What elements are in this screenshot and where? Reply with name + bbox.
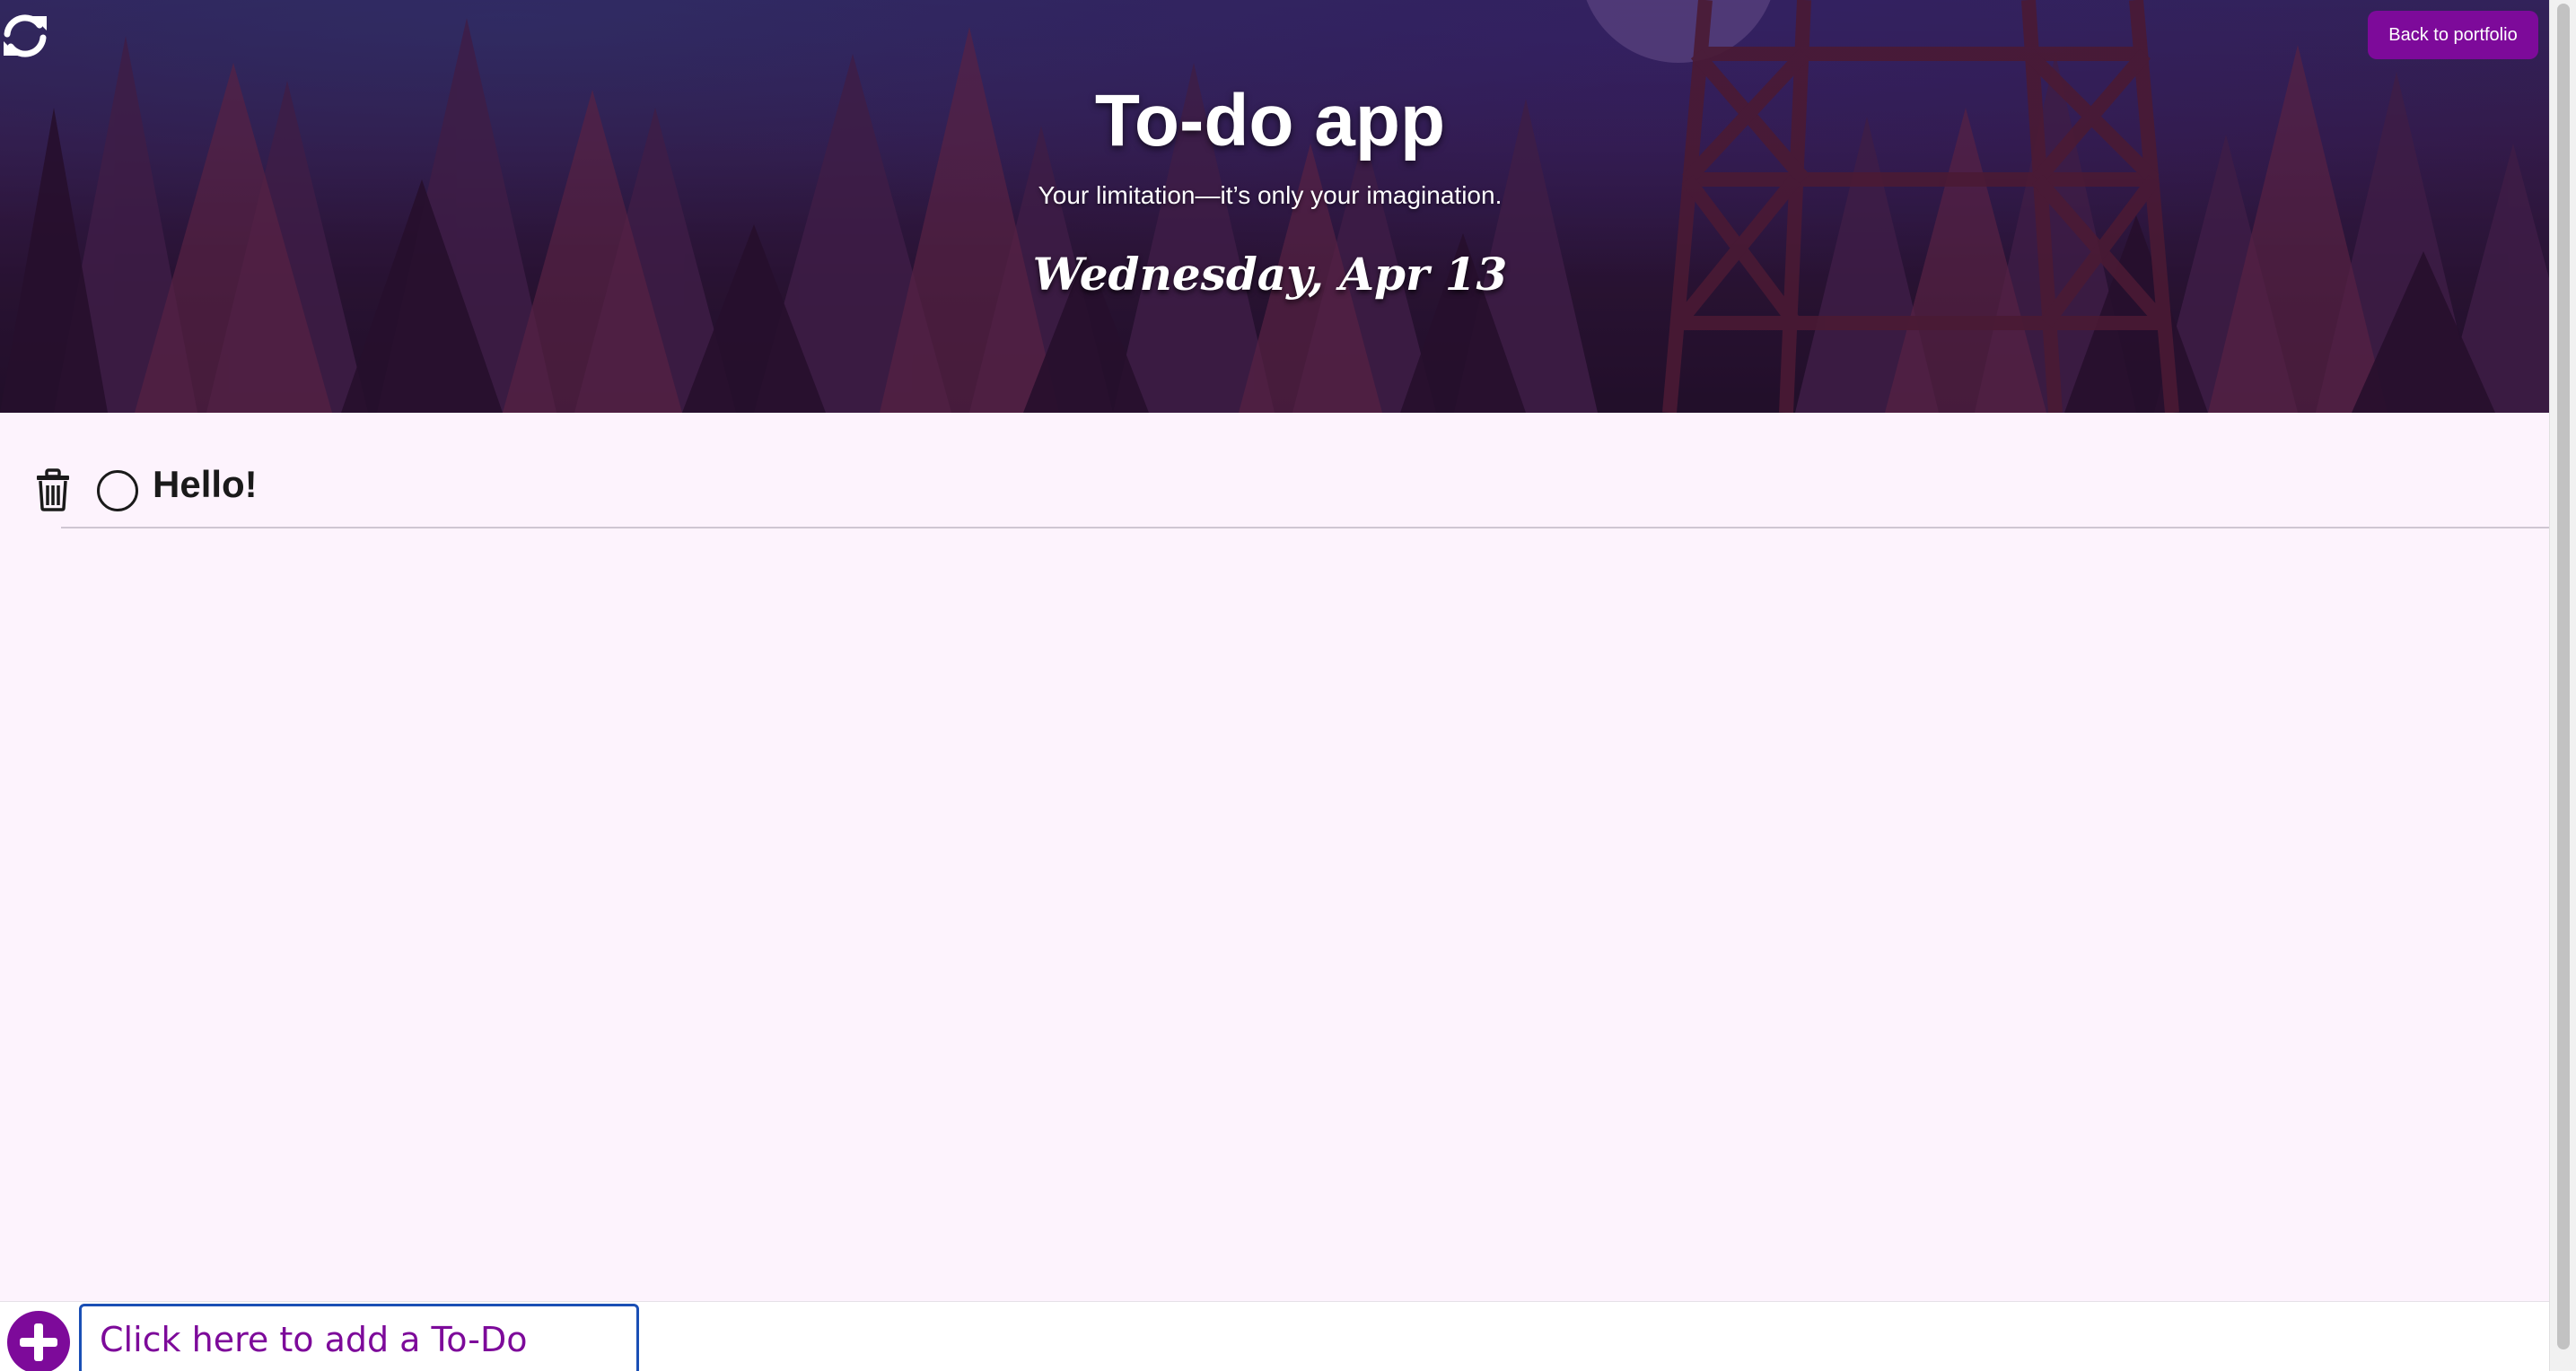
plus-circle-icon[interactable] [7, 1311, 70, 1371]
add-todo-bar [0, 1301, 2549, 1371]
back-to-portfolio-button[interactable]: Back to portfolio [2368, 11, 2538, 59]
scrollbar-thumb[interactable] [2557, 4, 2570, 1349]
todo-divider [61, 527, 2549, 528]
add-todo-input[interactable] [79, 1304, 639, 1371]
todo-list: Hello! [0, 413, 2549, 1301]
page-subtitle: Your limitation—it’s only your imaginati… [1038, 181, 1503, 209]
refresh-icon[interactable] [0, 11, 50, 61]
hero-banner: Back to portfolio To-do app Your limitat… [0, 0, 2549, 413]
vertical-scrollbar[interactable] [2549, 0, 2576, 1371]
todo-text[interactable]: Hello! [153, 463, 258, 506]
page-title: To-do app [1094, 80, 1446, 162]
trash-icon[interactable] [34, 468, 72, 511]
todo-item: Hello! [0, 413, 2549, 529]
current-date: Wednesday, Apr 13 [1032, 248, 1508, 301]
todo-app-page: Back to portfolio To-do app Your limitat… [0, 0, 2576, 1371]
complete-checkbox[interactable] [97, 470, 138, 511]
